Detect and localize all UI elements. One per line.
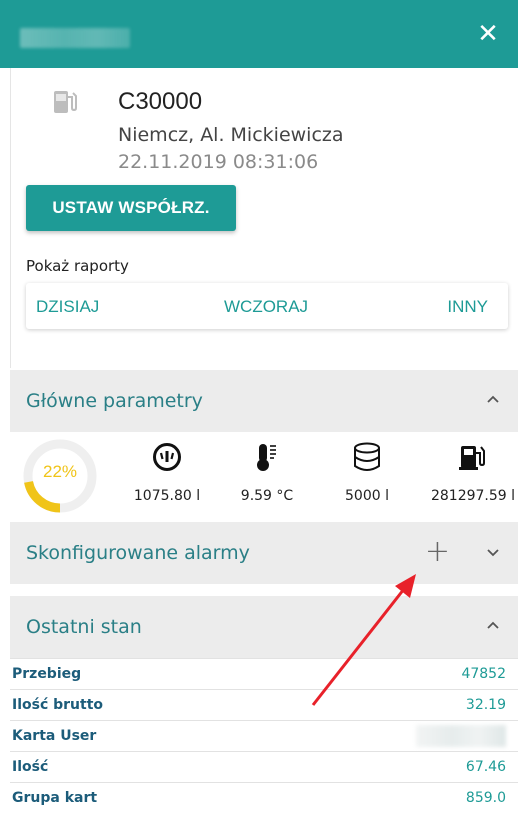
table-row: Ilość 67.46 — [10, 751, 518, 783]
main-params-panel: 22% 1075.80 l 9.59 °C 5000 l 281297.59 l — [10, 432, 518, 522]
header-bar: ✕ — [0, 0, 518, 68]
param-meter: 1075.80 l — [122, 442, 212, 504]
row-value-redacted — [252, 720, 518, 752]
row-value: 47852 — [252, 658, 518, 690]
divider — [10, 68, 11, 368]
reports-label: Pokaż raporty — [26, 257, 129, 275]
last-state-title: Ostatni stan — [26, 616, 142, 638]
row-key: Karta User — [10, 720, 253, 752]
report-today-button[interactable]: DZISIAJ — [36, 297, 99, 317]
report-other-button[interactable]: INNY — [447, 297, 488, 317]
table-row: Ilość brutto 32.19 — [10, 689, 518, 721]
main-params-title: Główne parametry — [26, 390, 203, 412]
param-value: 1075.80 l — [133, 488, 201, 504]
close-icon[interactable]: ✕ — [472, 18, 504, 50]
header-title-redacted — [20, 28, 130, 48]
last-state-table: Przebieg 47852 Ilość brutto 32.19 Karta … — [10, 658, 518, 814]
plus-icon[interactable]: + — [425, 537, 450, 567]
param-capacity: 5000 l — [332, 442, 402, 504]
last-state-header[interactable]: Ostatni stan — [10, 596, 518, 658]
fuel-pump-icon — [54, 91, 77, 113]
fuel-pump-icon — [459, 446, 485, 470]
table-row: Grupa kart 859.0 — [10, 782, 518, 814]
alarms-header[interactable]: Skonfigurowane alarmy + — [10, 522, 518, 584]
report-yesterday-button[interactable]: WCZORAJ — [224, 297, 308, 317]
param-value: 281297.59 l — [430, 488, 516, 504]
row-value: 67.46 — [252, 751, 518, 783]
param-temperature: 9.59 °C — [232, 442, 302, 504]
chevron-up-icon[interactable] — [484, 390, 502, 408]
row-key: Grupa kart — [10, 782, 253, 814]
alarms-title: Skonfigurowane alarmy — [26, 542, 250, 564]
thermometer-icon — [257, 444, 276, 471]
param-value: 5000 l — [345, 488, 389, 504]
param-value: 9.59 °C — [240, 488, 294, 504]
database-icon — [354, 442, 380, 471]
divider — [10, 584, 518, 594]
row-key: Ilość brutto — [10, 689, 253, 721]
row-key: Przebieg — [10, 658, 253, 690]
row-value: 32.19 — [252, 689, 518, 721]
table-row: Karta User — [10, 720, 518, 752]
row-value: 859.0 — [252, 782, 518, 814]
chevron-down-icon[interactable] — [484, 544, 502, 562]
main-params-header[interactable]: Główne parametry — [10, 370, 518, 432]
set-coordinates-button[interactable]: USTAW WSPÓŁRZ. — [26, 185, 236, 231]
param-total-fuel: 281297.59 l — [428, 442, 518, 504]
meter-icon — [153, 443, 181, 471]
device-address: Niemcz, Al. Mickiewicza — [118, 124, 344, 146]
chevron-up-icon[interactable] — [484, 616, 502, 634]
fill-level-label: 22% — [42, 462, 78, 481]
device-timestamp: 22.11.2019 08:31:06 — [118, 151, 319, 173]
reports-tabs: DZISIAJ WCZORAJ INNY — [26, 283, 508, 329]
device-name: C30000 — [118, 88, 203, 115]
table-row: Przebieg 47852 — [10, 658, 518, 690]
row-key: Ilość — [10, 751, 253, 783]
